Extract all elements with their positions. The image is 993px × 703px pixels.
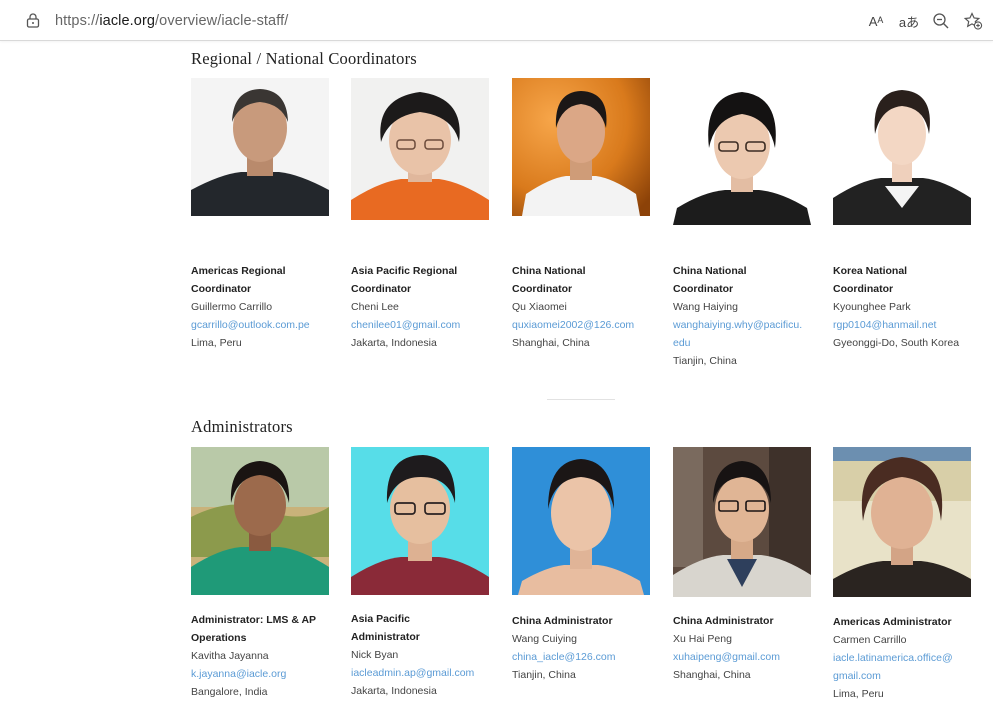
staff-role: Coordinator — [512, 283, 573, 295]
photo-wang-cuiying — [512, 447, 650, 595]
staff-name: Xu Hai Peng — [673, 633, 732, 645]
staff-name: Carmen Carrillo — [833, 634, 907, 646]
staff-card-wang-haiying: China National Coordinator Wang Haiying … — [673, 262, 823, 370]
staff-role: Asia Pacific — [351, 613, 410, 625]
staff-location: Tianjin, China — [673, 355, 737, 367]
lock-icon[interactable] — [26, 13, 40, 28]
staff-role: China Administrator — [512, 615, 613, 627]
staff-name: Cheni Lee — [351, 301, 399, 313]
staff-email-link[interactable]: iacle.latinamerica.office@ gmail.com — [833, 649, 983, 685]
staff-card-qu-xiaomei: China National Coordinator Qu Xiaomei qu… — [512, 262, 662, 352]
staff-role: China National — [512, 265, 586, 277]
section-title-coordinators: Regional / National Coordinators — [191, 49, 417, 68]
url-scheme: https:// — [55, 13, 100, 29]
staff-location: Shanghai, China — [512, 337, 590, 349]
photo-qu-xiaomei — [512, 78, 650, 216]
staff-name: Kyounghee Park — [833, 301, 911, 313]
zoom-out-icon[interactable] — [932, 12, 950, 30]
staff-role: China Administrator — [673, 615, 774, 627]
staff-location: Jakarta, Indonesia — [351, 685, 437, 697]
staff-role: Coordinator — [673, 283, 734, 295]
staff-email-link[interactable]: iacleadmin.ap@gmail.com — [351, 664, 501, 682]
staff-card-wang-cuiying: China Administrator Wang Cuiying china_i… — [512, 612, 662, 684]
staff-role: Coordinator — [191, 283, 252, 295]
staff-role: Operations — [191, 632, 247, 644]
staff-card-kavitha-jayanna: Administrator: LMS & AP Operations Kavit… — [191, 611, 341, 701]
staff-role: Americas Regional — [191, 265, 286, 277]
photo-guillermo-carrillo — [191, 78, 329, 216]
photo-kavitha-jayanna — [191, 447, 329, 595]
photo-wang-haiying — [673, 78, 811, 225]
staff-location: Shanghai, China — [673, 669, 751, 681]
read-aloud-icon[interactable]: Aᴬ — [866, 12, 886, 30]
staff-card-carmen-carrillo: Americas Administrator Carmen Carrillo i… — [833, 613, 983, 703]
staff-email-link[interactable]: k.jayanna@iacle.org — [191, 665, 341, 683]
staff-role: China National — [673, 265, 747, 277]
staff-role: Asia Pacific Regional — [351, 265, 458, 277]
staff-email-part: iacle.latinamerica.office@ — [833, 652, 953, 664]
url-path: /overview/iacle-staff/ — [155, 13, 289, 29]
staff-name: Qu Xiaomei — [512, 301, 567, 313]
staff-name: Nick Byan — [351, 649, 399, 661]
section-divider — [547, 399, 615, 400]
translate-icon[interactable]: aあ — [898, 12, 920, 30]
staff-card-nick-byan: Asia Pacific Administrator Nick Byan iac… — [351, 610, 501, 700]
staff-email-link[interactable]: wanghaiying.why@pacificu. edu — [673, 316, 823, 352]
photo-cheni-lee — [351, 78, 489, 220]
photo-carmen-carrillo — [833, 447, 971, 597]
staff-email-part: gmail.com — [833, 670, 881, 682]
staff-location: Jakarta, Indonesia — [351, 337, 437, 349]
staff-email-part: wanghaiying.why@pacificu. — [673, 319, 803, 331]
browser-address-bar: https://iacle.org/overview/iacle-staff/ … — [0, 0, 993, 41]
staff-location: Lima, Peru — [833, 688, 884, 700]
photo-nick-byan — [351, 447, 489, 595]
add-favorite-icon[interactable] — [963, 12, 983, 30]
staff-role: Administrator: LMS & AP — [191, 614, 317, 626]
staff-email-link[interactable]: xuhaipeng@gmail.com — [673, 648, 823, 666]
staff-card-guillermo-carrillo: Americas Regional Coordinator Guillermo … — [191, 262, 341, 352]
staff-role: Korea National — [833, 265, 908, 277]
staff-role: Administrator — [351, 631, 420, 643]
staff-email-link[interactable]: chenilee01@gmail.com — [351, 316, 501, 334]
photo-kyounghee-park — [833, 78, 971, 225]
staff-card-kyounghee-park: Korea National Coordinator Kyounghee Par… — [833, 262, 983, 352]
staff-card-cheni-lee: Asia Pacific Regional Coordinator Cheni … — [351, 262, 501, 352]
staff-email-link[interactable]: rgp0104@hanmail.net — [833, 316, 983, 334]
section-title-administrators: Administrators — [191, 417, 293, 436]
url-field[interactable]: https://iacle.org/overview/iacle-staff/ — [55, 13, 288, 29]
staff-role: Americas Administrator — [833, 616, 952, 628]
staff-email-link[interactable]: china_iacle@126.com — [512, 648, 662, 666]
staff-role: Coordinator — [833, 283, 894, 295]
url-host: iacle.org — [99, 13, 156, 29]
staff-location: Tianjin, China — [512, 669, 576, 681]
staff-location: Lima, Peru — [191, 337, 242, 349]
photo-xu-hai-peng — [673, 447, 811, 597]
staff-location: Gyeonggi-Do, South Korea — [833, 337, 960, 349]
staff-email-link[interactable]: gcarrillo@outlook.com.pe — [191, 316, 341, 334]
staff-name: Wang Haiying — [673, 301, 738, 313]
staff-card-xu-hai-peng: China Administrator Xu Hai Peng xuhaipen… — [673, 612, 823, 684]
staff-location: Bangalore, India — [191, 686, 268, 698]
staff-email-link[interactable]: quxiaomei2002@126.com — [512, 316, 662, 334]
staff-name: Wang Cuiying — [512, 633, 577, 645]
staff-role: Coordinator — [351, 283, 412, 295]
staff-name: Guillermo Carrillo — [191, 301, 273, 313]
staff-email-part: edu — [673, 337, 691, 349]
staff-name: Kavitha Jayanna — [191, 650, 269, 662]
